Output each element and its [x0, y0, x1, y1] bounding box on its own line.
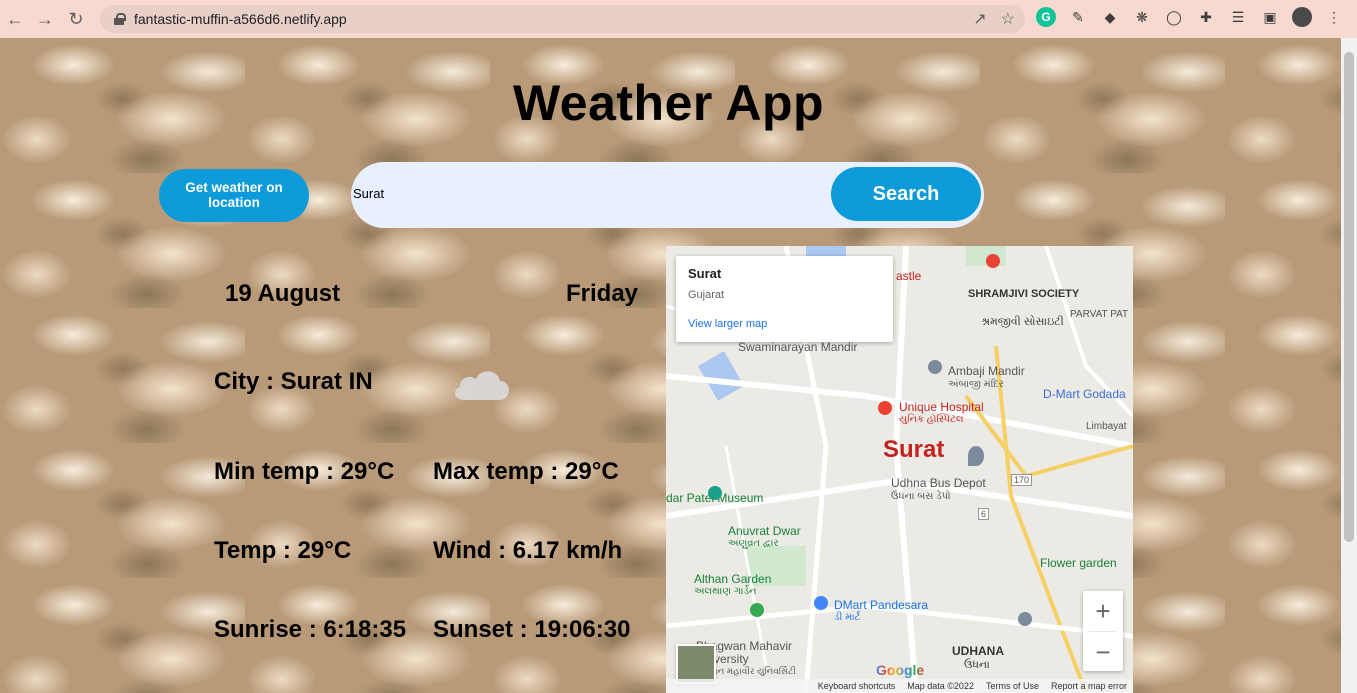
scrollbar-thumb[interactable] [1344, 52, 1354, 542]
map-label-udhana-gu: ઉધના [964, 659, 990, 671]
map-zoom-controls: + − [1083, 591, 1123, 671]
garden-pin-icon [750, 603, 764, 617]
map-label-parvat: PARVAT PAT [1070, 309, 1129, 320]
map-label-unique-hospital-gu: યુનિક હૉસ્પિટલ [899, 414, 964, 425]
search-button[interactable]: Search [831, 167, 981, 221]
get-location-weather-button[interactable]: Get weather on location [159, 169, 309, 222]
address-bar[interactable]: fantastic-muffin-a566d6.netlify.app ↗ ☆ [100, 5, 1025, 33]
satellite-toggle-thumbnail[interactable] [676, 644, 716, 684]
browser-toolbar: ← → ↻ fantastic-muffin-a566d6.netlify.ap… [0, 0, 1357, 38]
weather-sunset: Sunset : 19:06:30 [433, 616, 631, 643]
reload-icon[interactable]: ↻ [63, 6, 89, 32]
page-scrollbar[interactable] [1341, 38, 1357, 693]
map-label-anuvrat-gu: અણુવ્રત દ્વાર [728, 538, 779, 549]
map-label-flower-garden: Flower garden [1040, 556, 1117, 570]
reading-list-icon[interactable]: ☰ [1228, 7, 1248, 27]
url-text: fantastic-muffin-a566d6.netlify.app [134, 11, 347, 27]
map-label-althan: Althan Garden [694, 572, 772, 586]
weather-wind: Wind : 6.17 km/h [433, 537, 623, 564]
weather-date: 19 August [225, 280, 341, 307]
map-label-dmart-godadara: D-Mart Godada [1043, 387, 1126, 401]
weather-temp: Temp : 29°C [214, 537, 352, 564]
google-logo: Google [876, 662, 924, 678]
location-marker-icon [968, 446, 984, 466]
map-label-dmart-pandesara: DMart Pandesara [834, 598, 929, 612]
map-popup-subtitle: Gujarat [688, 289, 725, 301]
map-label-shramjivi: SHRAMJIVI SOCIETY [968, 288, 1080, 300]
map-label-shramjivi-gu: શ્રમજીવી સોસાઇટી [981, 316, 1064, 328]
university-pin-icon [1018, 612, 1032, 626]
page-background: Weather App Get weather on location Sear… [0, 38, 1341, 693]
extensions-puzzle-icon[interactable]: ✚ [1196, 7, 1216, 27]
landmark-pin-icon [708, 486, 722, 500]
map-label-surat: Surat [883, 436, 945, 463]
map-label-anuvrat: Anuvrat Dwar [728, 524, 801, 538]
bug-extension-icon[interactable]: ❋ [1132, 7, 1152, 27]
map-label-udhana: UDHANA [952, 644, 1004, 658]
map-popup-title: Surat [688, 266, 722, 281]
city-search-input[interactable] [353, 186, 813, 201]
map-label-ambaji: Ambaji Mandir [948, 364, 1025, 378]
report-map-error-link[interactable]: Report a map error [1051, 681, 1127, 691]
menu-kebab-icon[interactable]: ⋮ [1324, 7, 1344, 27]
dev-extension-icon[interactable]: ◯ [1164, 7, 1184, 27]
keyboard-shortcuts-link[interactable]: Keyboard shortcuts [818, 681, 896, 691]
view-larger-map-link[interactable]: View larger map [688, 318, 881, 330]
weather-sunrise: Sunrise : 6:18:35 [214, 616, 407, 643]
map-label-dmart-pandesara-gu: ડી માર્ટ [834, 612, 861, 623]
zoom-out-icon[interactable]: − [1083, 632, 1123, 672]
unique-hospital-pin-icon [878, 401, 892, 415]
zoom-in-icon[interactable]: + [1083, 591, 1123, 631]
map-label-swaminarayan: Swaminarayan Mandir [738, 340, 858, 354]
map-label-unique-hospital: Unique Hospital [899, 400, 984, 414]
extension-badge-icon[interactable]: ◆ [1100, 7, 1120, 27]
shop-pin-icon [814, 596, 828, 610]
grammarly-extension-icon[interactable]: G [1036, 7, 1056, 27]
google-logo-text: Google [876, 662, 925, 678]
weather-min-temp: Min temp : 29°C [214, 458, 395, 485]
back-icon[interactable]: ← [2, 6, 28, 32]
forward-icon[interactable]: → [32, 6, 58, 32]
map-label-udhna-depot: Udhna Bus Depot [891, 476, 986, 490]
weather-day: Friday [566, 280, 639, 307]
profile-avatar[interactable] [1292, 7, 1312, 27]
map-data-text: Map data ©2022 [907, 681, 974, 691]
weather-city: City : Surat IN [214, 368, 373, 395]
map-label-udhna-depot-gu: ઉધના બસ ડેપો [891, 491, 951, 502]
bookmark-star-icon[interactable]: ☆ [1001, 9, 1015, 29]
temple-pin-icon [928, 360, 942, 374]
map-label-althan-gu: અલથાણ ગાર્ડન [694, 586, 757, 597]
terms-link[interactable]: Terms of Use [986, 681, 1039, 691]
map-label-castle: astle [896, 269, 922, 283]
eyedropper-extension-icon[interactable]: ✎ [1068, 7, 1088, 27]
map-label-ambaji-gu: અંબાજી મંદિર [948, 379, 1004, 390]
app-title: Weather App [513, 75, 825, 131]
map-footer: Keyboard shortcuts Map data ©2022 Terms … [666, 679, 1133, 693]
highway-6-badge: 6 [978, 508, 990, 520]
hospital-pin-icon [986, 254, 1000, 268]
side-panel-icon[interactable]: ▣ [1260, 7, 1280, 27]
cloud-icon [455, 371, 509, 400]
highway-170-badge: 170 [1011, 474, 1033, 486]
share-icon[interactable]: ↗ [973, 9, 986, 29]
weather-max-temp: Max temp : 29°C [433, 458, 619, 485]
google-map-embed[interactable]: Surat Gujarat View larger map astle SHRA… [666, 246, 1133, 693]
map-place-popup: Surat Gujarat View larger map [676, 256, 893, 342]
lock-icon [114, 13, 126, 25]
map-label-limbayat: Limbayat [1086, 421, 1127, 432]
